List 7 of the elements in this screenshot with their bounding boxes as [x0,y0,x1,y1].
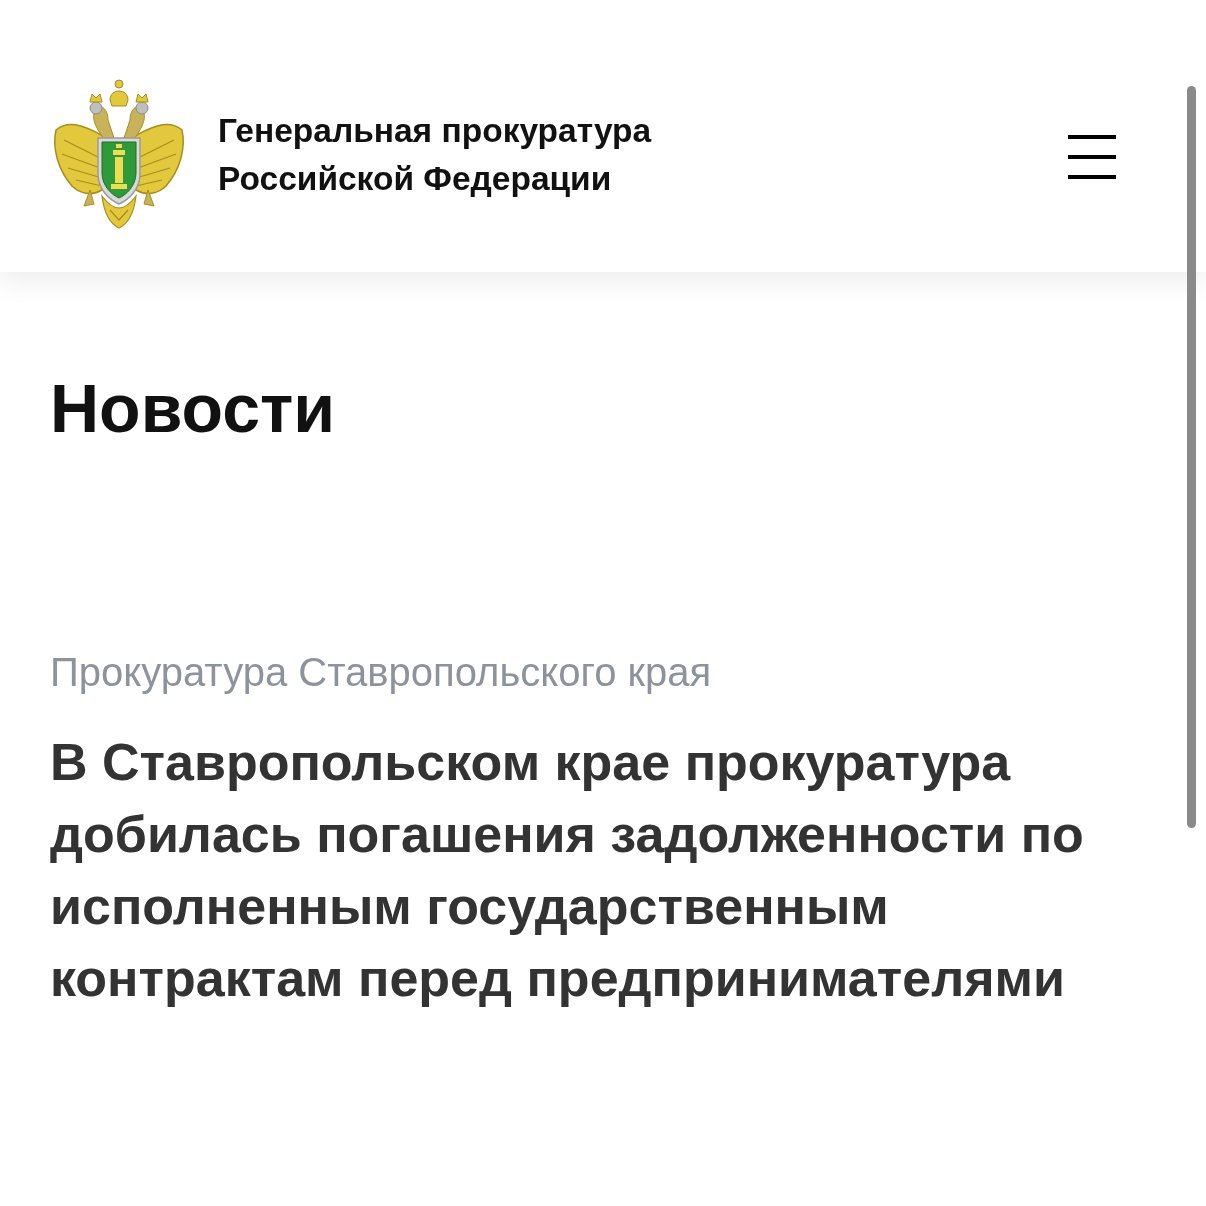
news-source: Прокуратура Ставропольского края [50,649,713,695]
menu-button[interactable] [1068,135,1116,179]
site-title[interactable]: Генеральная прокуратура Российской Федерации [218,107,688,203]
page-heading: Новости [50,370,337,446]
scrollbar[interactable] [1187,86,1196,828]
menu-icon [1068,135,1116,179]
news-headline[interactable]: В Ставропольском крае прокуратура добилась погашения задолженности по исполненным государственным контрактам перед предпринимателями [50,726,1150,1014]
